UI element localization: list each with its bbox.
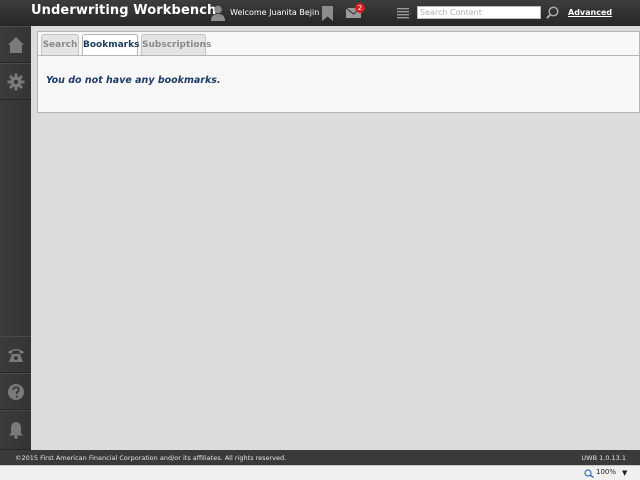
search-icon[interactable] (546, 6, 559, 19)
tab-subscriptions[interactable]: Subscriptions (141, 34, 211, 55)
sidebar (0, 26, 31, 450)
sidebar-item-help[interactable] (0, 373, 31, 410)
tab-search[interactable]: Search (41, 34, 79, 55)
sidebar-item-phone[interactable] (0, 336, 31, 373)
user-icon (211, 5, 225, 21)
home-icon (7, 36, 24, 53)
gear-icon (7, 73, 24, 90)
browser-status-bar: 100% ▼ (0, 465, 640, 480)
bookmarks-panel: Search Bookmarks Subscriptions You do no… (37, 31, 640, 113)
zoom-dropdown-icon[interactable]: ▼ (622, 469, 627, 477)
mail-count-badge: 2 (355, 3, 365, 13)
version-label: UWB 1.0.13.1 (581, 454, 626, 462)
app-title: Underwriting Workbench (31, 3, 217, 18)
copyright-text: ©2015 First American Financial Corporati… (15, 454, 287, 462)
help-icon (7, 383, 24, 400)
zoom-icon (584, 469, 594, 478)
empty-bookmarks-message: You do not have any bookmarks. (46, 75, 221, 86)
sidebar-item-notifications[interactable] (0, 410, 31, 450)
sidebar-item-settings[interactable] (0, 63, 31, 100)
menu-icon[interactable] (397, 7, 411, 19)
tab-bookmarks[interactable]: Bookmarks (82, 34, 139, 56)
tab-divider (38, 55, 639, 56)
search-input[interactable] (417, 6, 541, 19)
zoom-level[interactable]: 100% (596, 468, 616, 476)
sidebar-item-home[interactable] (0, 26, 31, 63)
advanced-search-link[interactable]: Advanced (568, 8, 612, 17)
bookmark-icon[interactable] (322, 6, 333, 21)
top-bar: Underwriting Workbench Welcome Juanita B… (0, 0, 640, 26)
bell-icon (8, 422, 23, 439)
footer: ©2015 First American Financial Corporati… (0, 450, 640, 465)
welcome-text: Welcome Juanita Bejin (230, 8, 320, 17)
phone-icon (7, 348, 24, 362)
